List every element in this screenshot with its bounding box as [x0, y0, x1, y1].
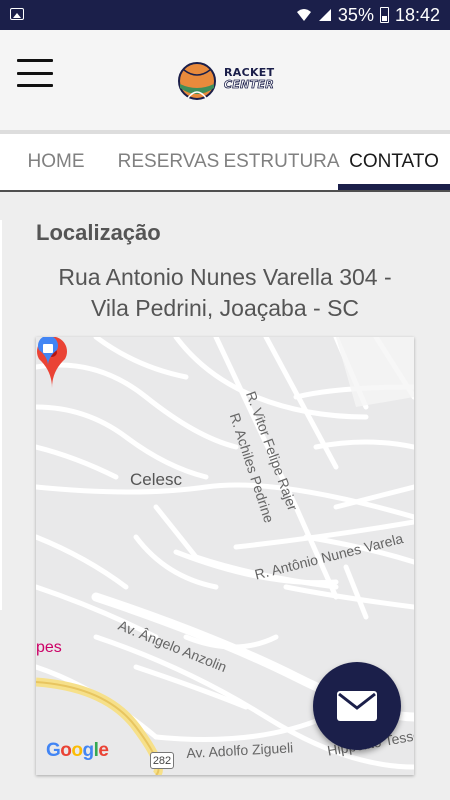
tab-home[interactable]: HOME	[0, 134, 112, 190]
address-line2: Vila Pedrini, Joaçaba - SC	[90, 295, 360, 321]
app-header: RACKET CENTER	[0, 30, 450, 130]
tab-bar-shadow	[0, 190, 450, 192]
scroll-edge	[0, 220, 2, 610]
tab-reservas[interactable]: RESERVAS	[112, 134, 225, 190]
clock: 18:42	[394, 4, 440, 25]
poi-celesc-label: Celesc	[130, 470, 182, 489]
hamburger-menu-icon[interactable]	[17, 59, 53, 87]
tab-bar: HOME RESERVAS ESTRUTURA CONTATO	[0, 134, 450, 190]
location-title: Localização	[36, 220, 161, 245]
battery-icon	[379, 7, 389, 23]
route-number-badge: 282	[150, 752, 174, 769]
tab-estrutura[interactable]: ESTRUTURA	[223, 134, 339, 190]
wifi-icon	[296, 9, 311, 21]
address: Rua Antonio Nunes Varella 304 - Vila Ped…	[20, 262, 430, 324]
racket-ball-logo-icon	[178, 62, 216, 100]
address-line1: Rua Antonio Nunes Varella 304 -	[58, 264, 392, 290]
battery-percent: 35%	[337, 4, 374, 25]
logo-line2: CENTER	[224, 78, 275, 91]
status-bar: 35% 18:42	[0, 0, 450, 30]
racket-center-logo[interactable]: RACKET CENTER	[178, 60, 274, 102]
gallery-notification-icon	[10, 8, 24, 20]
tab-contato[interactable]: CONTATO	[338, 134, 450, 190]
signal-icon	[318, 9, 331, 21]
poi-shop-label: pes	[36, 639, 62, 656]
logo-text: RACKET CENTER	[224, 67, 275, 91]
google-attribution: Google	[46, 740, 109, 761]
mail-icon	[337, 691, 377, 721]
shopping-bag-icon	[38, 337, 58, 366]
contact-email-button[interactable]	[313, 662, 401, 750]
